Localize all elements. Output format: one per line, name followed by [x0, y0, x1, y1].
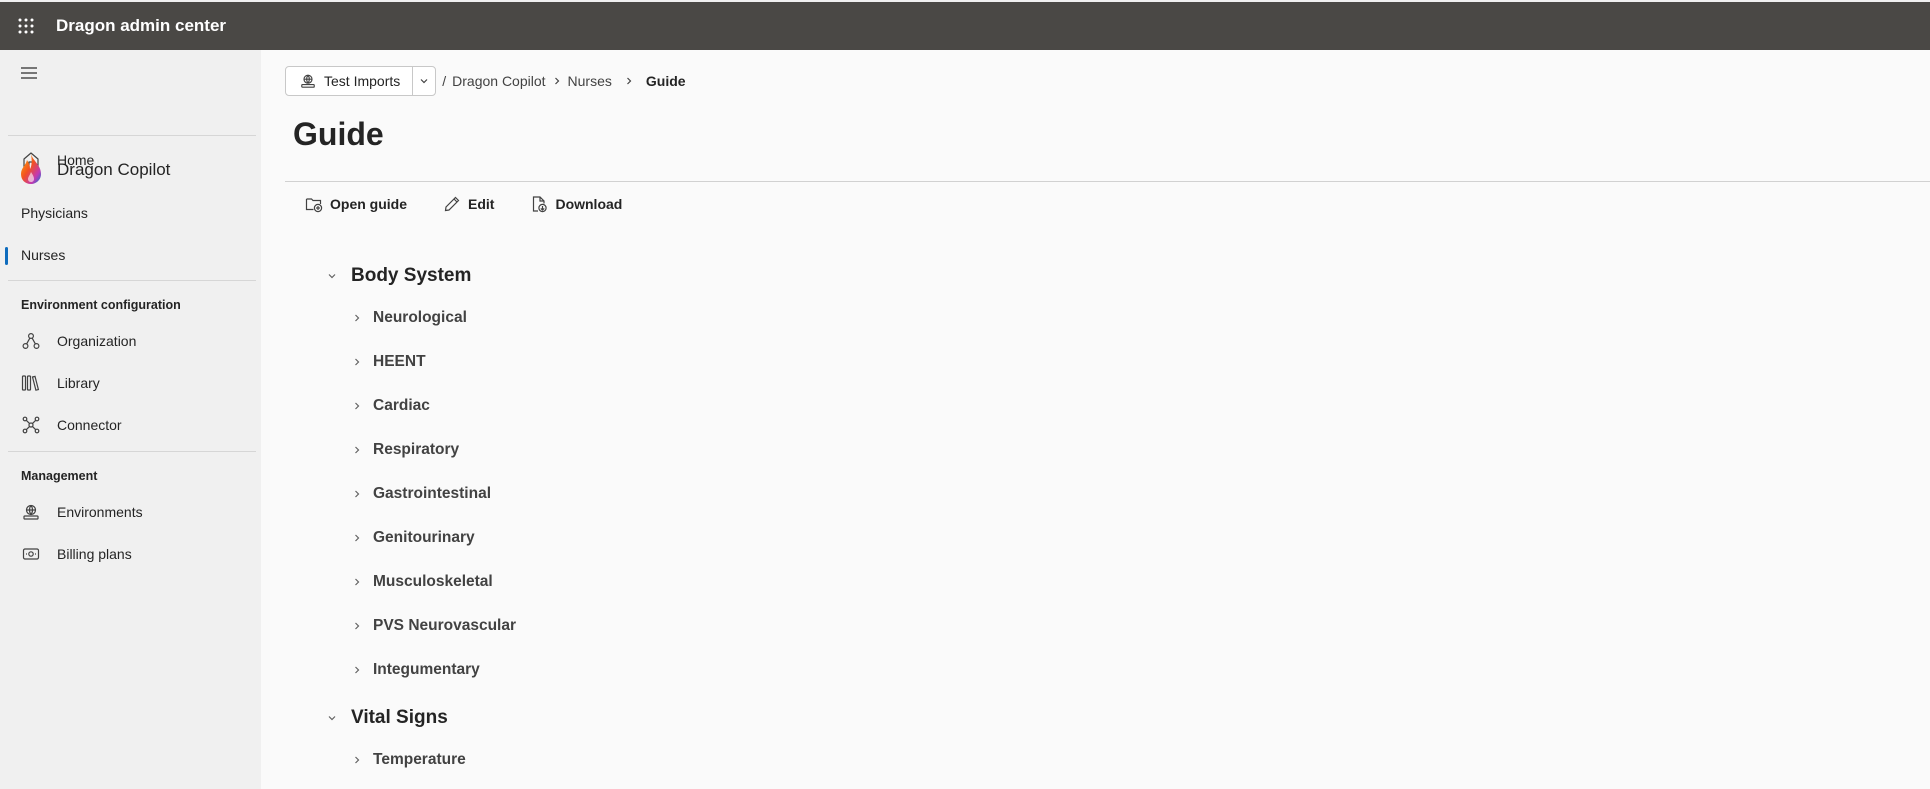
- command-bar: Open guide Edit Download: [305, 192, 658, 216]
- tree-item-label: Gastrointestinal: [373, 485, 491, 502]
- breadcrumb-item-dragon-copilot[interactable]: Dragon Copilot: [452, 73, 545, 89]
- tree-item[interactable]: Genitourinary: [355, 529, 475, 547]
- pencil-icon: [444, 196, 460, 212]
- sidebar-item-label: Library: [57, 375, 100, 391]
- tree-item-label: Temperature: [373, 751, 466, 768]
- sidebar-item-connector[interactable]: Connector: [0, 407, 261, 443]
- chevron-down-icon[interactable]: [326, 712, 338, 724]
- library-icon: [21, 373, 41, 393]
- sidebar-item-billing-plans[interactable]: Billing plans: [0, 536, 261, 572]
- breadcrumb-item-guide: Guide: [645, 73, 686, 89]
- breadcrumb-separator: /: [442, 73, 447, 89]
- app-launcher-icon[interactable]: [0, 2, 52, 50]
- chevron-right-icon[interactable]: [351, 664, 363, 676]
- document-download-icon: [533, 196, 548, 213]
- tree-item[interactable]: HEENT: [355, 353, 426, 371]
- product-logo-icon: [18, 152, 44, 186]
- section-header-environment-configuration: Environment configuration: [21, 298, 181, 312]
- sidebar-item-library[interactable]: Library: [0, 365, 261, 401]
- tree-item-label: PVS Neurovascular: [373, 617, 517, 634]
- active-indicator: [5, 247, 8, 265]
- download-button[interactable]: Download: [530, 195, 622, 213]
- chevron-right-icon[interactable]: [351, 754, 363, 766]
- tree-item-label: Musculoskeletal: [373, 573, 493, 590]
- connector-icon: [21, 415, 41, 435]
- sidebar-item-organization[interactable]: Organization: [0, 323, 261, 359]
- chevron-right-icon[interactable]: [351, 488, 363, 500]
- environments-icon: [21, 502, 41, 522]
- product-title[interactable]: Dragon Copilot: [57, 160, 170, 180]
- download-label: Download: [555, 196, 623, 212]
- environment-dropdown[interactable]: [413, 67, 435, 95]
- tree-item[interactable]: Gastrointestinal: [355, 485, 491, 503]
- folder-add-icon: [305, 198, 323, 213]
- open-guide-label: Open guide: [330, 196, 407, 212]
- tree-item-label: Neurological: [373, 309, 467, 326]
- environment-icon: [301, 74, 315, 88]
- sidebar: Home Dragon Copilot Physicians Nurses En…: [0, 50, 261, 789]
- tree-group-label: Vital Signs: [351, 707, 448, 728]
- tree-item-label: Respiratory: [373, 441, 460, 458]
- environment-name: Test Imports: [324, 73, 401, 89]
- tree-item-label: HEENT: [373, 353, 426, 370]
- edit-label: Edit: [468, 196, 495, 212]
- tree-group-body-system[interactable]: Body System: [328, 265, 472, 287]
- chevron-right-icon[interactable]: [351, 356, 363, 368]
- chevron-right-icon: [552, 76, 562, 86]
- top-bar: Dragon admin center: [0, 0, 1930, 50]
- breadcrumb-item-nurses[interactable]: Nurses: [568, 73, 612, 89]
- sidebar-item-label: Billing plans: [57, 546, 132, 562]
- section-header-management: Management: [21, 469, 98, 483]
- sidebar-item-physicians[interactable]: Physicians: [21, 205, 88, 221]
- chevron-right-icon[interactable]: [351, 532, 363, 544]
- tree-item[interactable]: Neurological: [355, 309, 467, 327]
- billing-icon: [21, 544, 41, 564]
- sidebar-item-nurses[interactable]: Nurses: [21, 247, 65, 263]
- chevron-right-icon[interactable]: [351, 312, 363, 324]
- tree-item[interactable]: Integumentary: [355, 661, 480, 679]
- main-content: Test Imports / Dragon Copilot Nurses Gui…: [261, 50, 1930, 789]
- sidebar-item-environments[interactable]: Environments: [0, 494, 261, 530]
- app-title[interactable]: Dragon admin center: [56, 16, 226, 36]
- sidebar-item-label: Connector: [57, 417, 122, 433]
- breadcrumb: Test Imports / Dragon Copilot Nurses Gui…: [285, 66, 686, 96]
- sidebar-divider: [8, 135, 256, 136]
- tree-item[interactable]: Musculoskeletal: [355, 573, 493, 591]
- chevron-down-icon: [420, 79, 428, 84]
- tree-item[interactable]: PVS Neurovascular: [355, 617, 517, 635]
- menu-icon[interactable]: [20, 64, 40, 84]
- tree-item-label: Cardiac: [373, 397, 430, 414]
- tree-item[interactable]: Temperature: [355, 751, 466, 769]
- chevron-right-icon[interactable]: [351, 576, 363, 588]
- chevron-right-icon[interactable]: [351, 444, 363, 456]
- sidebar-item-label: Environments: [57, 504, 143, 520]
- chevron-right-icon[interactable]: [351, 400, 363, 412]
- title-divider: [285, 181, 1930, 182]
- tree-item-label: Genitourinary: [373, 529, 475, 546]
- tree-group-vital-signs[interactable]: Vital Signs: [328, 707, 448, 729]
- environment-button[interactable]: Test Imports: [286, 67, 414, 95]
- open-guide-button[interactable]: Open guide: [305, 195, 407, 213]
- sidebar-divider: [8, 451, 256, 452]
- tree-item-label: Integumentary: [373, 661, 480, 678]
- environment-selector[interactable]: Test Imports: [285, 66, 437, 96]
- organization-icon: [21, 331, 41, 351]
- tree-item[interactable]: Respiratory: [355, 441, 460, 459]
- edit-button[interactable]: Edit: [443, 195, 494, 213]
- sidebar-divider: [8, 280, 256, 281]
- tree-item[interactable]: Cardiac: [355, 397, 430, 415]
- chevron-right-icon: [624, 76, 634, 86]
- chevron-down-icon[interactable]: [326, 270, 338, 282]
- tree-group-label: Body System: [351, 265, 472, 286]
- sidebar-item-label: Organization: [57, 333, 137, 349]
- page-title: Guide: [293, 116, 384, 152]
- chevron-right-icon[interactable]: [351, 620, 363, 632]
